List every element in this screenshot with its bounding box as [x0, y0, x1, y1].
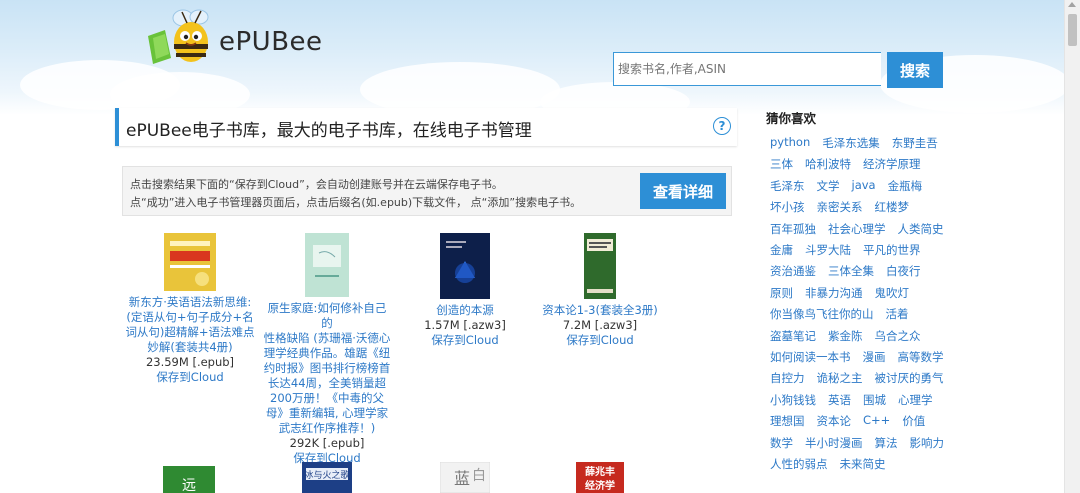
recommend-tag[interactable]: 鬼吹灯	[875, 285, 910, 301]
book-title-link[interactable]: 原生家庭:如何修补自己的 性格缺陷 (苏珊福·沃德心 理学经典作品。雄踞《纽 约…	[262, 301, 392, 436]
recommend-tag[interactable]: 价值	[902, 413, 925, 429]
recommend-tag[interactable]: 经济学原理	[863, 156, 921, 172]
recommend-tag[interactable]: 如何阅读一本书	[770, 349, 851, 365]
recommend-tag[interactable]: 你当像鸟飞往你的山	[770, 306, 874, 322]
svg-text:远: 远	[182, 478, 196, 493]
book-cover[interactable]	[440, 233, 490, 299]
book-card: 原生家庭:如何修补自己的 性格缺陷 (苏珊福·沃德心 理学经典作品。雄踞《纽 约…	[262, 233, 392, 466]
recommend-tag[interactable]: 文学	[817, 178, 840, 194]
book-size[interactable]: 7.2M [.azw3]	[535, 318, 665, 333]
recommend-tag[interactable]: 人类简史	[898, 221, 944, 237]
svg-text:薛兆丰: 薛兆丰	[585, 465, 615, 478]
search-button[interactable]: 搜索	[887, 52, 943, 88]
recommend-tag[interactable]: 数学	[770, 435, 793, 451]
book-size[interactable]: 292K [.epub]	[262, 436, 392, 451]
book-title-link[interactable]: 创造的本源	[400, 303, 530, 318]
recommend-tag[interactable]: 资本论	[817, 413, 852, 429]
logo-text[interactable]: ePUBee	[219, 27, 323, 57]
recommend-tag[interactable]: C++	[863, 413, 890, 427]
recommend-tag[interactable]: 小狗钱钱	[770, 392, 816, 408]
book-cover[interactable]: 冰与火之歌	[302, 462, 352, 493]
recommend-tag[interactable]: 紫金陈	[828, 328, 863, 344]
book-size[interactable]: 23.59M [.epub]	[125, 355, 255, 370]
book-title-link[interactable]: 资本论1-3(套装全3册)	[535, 303, 665, 318]
recommend-tag[interactable]: 活着	[886, 306, 909, 322]
book-card: 创造的本源 1.57M [.azw3] 保存到Cloud	[400, 233, 530, 348]
recommend-tag[interactable]: 毛泽东选集	[822, 135, 880, 151]
search-input[interactable]	[613, 52, 881, 86]
save-to-cloud-link[interactable]: 保存到Cloud	[125, 370, 255, 385]
recommend-tag[interactable]: 被讨厌的勇气	[875, 370, 944, 386]
recommend-tag[interactable]: 平凡的世界	[863, 242, 921, 258]
recommend-tag[interactable]: java	[852, 178, 876, 192]
scroll-up-arrow-icon[interactable]	[1068, 2, 1076, 7]
recommend-tag[interactable]: 盗墓笔记	[770, 328, 816, 344]
recommend-tag[interactable]: 金瓶梅	[888, 178, 923, 194]
book-size[interactable]: 1.57M [.azw3]	[400, 318, 530, 333]
recommend-tag[interactable]: 英语	[828, 392, 851, 408]
recommend-tag[interactable]: 金庸	[770, 242, 793, 258]
recommend-tag[interactable]: 斗罗大陆	[805, 242, 851, 258]
scroll-thumb[interactable]	[1068, 14, 1077, 46]
recommend-tag[interactable]: 原则	[770, 285, 793, 301]
help-icon[interactable]: ?	[713, 117, 731, 135]
recommend-tag[interactable]: 东野圭吾	[892, 135, 938, 151]
svg-text:冰与火之歌: 冰与火之歌	[304, 469, 349, 481]
book-card: 新东方·英语语法新思维: (定语从句+句子成分+名 词从句)超精解+语法难点 妙…	[125, 233, 255, 385]
recommend-tag[interactable]: 漫画	[863, 349, 886, 365]
recommend-tag[interactable]: 理想国	[770, 413, 805, 429]
book-cover[interactable]: 蓝 白	[440, 462, 490, 493]
recommend-tag[interactable]: 高等数学	[898, 349, 944, 365]
recommend-tag[interactable]: 三体	[770, 156, 793, 172]
recommend-tag[interactable]: 非暴力沟通	[805, 285, 863, 301]
book-cover[interactable]: 远	[163, 462, 215, 493]
book-cover[interactable]	[584, 233, 616, 299]
recommend-tag[interactable]: 亲密关系	[817, 199, 863, 215]
scrollbar[interactable]	[1064, 0, 1080, 493]
book-cover[interactable]	[164, 233, 216, 291]
info-text-line: 点“成功”进入电子书管理器页面后，点击后缀名(如.epub)下载文件， 点“添加…	[130, 196, 582, 209]
book-cover[interactable]: 薛兆丰 经济学	[576, 462, 624, 493]
recommend-tag[interactable]: 红楼梦	[875, 199, 910, 215]
recommend-tag[interactable]: 资治通鉴	[770, 263, 816, 279]
bee-icon	[148, 9, 209, 64]
recommend-tag[interactable]: 半小时漫画	[805, 435, 863, 451]
cloud-info-box: 点击搜索结果下面的“保存到Cloud”，会自动创建账号并在云端保存电子书。 点“…	[122, 166, 732, 216]
book-title-link[interactable]: 新东方·英语语法新思维: (定语从句+句子成分+名 词从句)超精解+语法难点 妙…	[125, 295, 255, 355]
recommend-tag[interactable]: 白夜行	[886, 263, 921, 279]
view-details-button[interactable]: 查看详细	[640, 173, 726, 209]
recommend-tag[interactable]: 围城	[863, 392, 886, 408]
recommend-tag[interactable]: 百年孤独	[770, 221, 816, 237]
svg-text:经济学: 经济学	[585, 479, 615, 492]
recommend-tag[interactable]: python	[770, 135, 810, 149]
svg-text:白: 白	[472, 468, 486, 484]
svg-text:蓝: 蓝	[454, 469, 470, 488]
recommend-tag[interactable]: 自控力	[770, 370, 805, 386]
info-text-line: 点击搜索结果下面的“保存到Cloud”，会自动创建账号并在云端保存电子书。	[130, 178, 503, 191]
recommend-tag[interactable]: 诡秘之主	[817, 370, 863, 386]
book-cover[interactable]	[305, 233, 349, 297]
recommend-tag[interactable]: 社会心理学	[828, 221, 886, 237]
recommend-tag[interactable]: 乌合之众	[875, 328, 921, 344]
recommend-tag[interactable]: 三体全集	[828, 263, 874, 279]
page-headline-bar: ePUBee电子书库，最大的电子书库，在线电子书管理 ?	[115, 108, 737, 146]
recommend-tag[interactable]: 未来简史	[840, 456, 886, 472]
recommend-tag[interactable]: 坏小孩	[770, 199, 805, 215]
recommend-tag[interactable]: 算法	[875, 435, 898, 451]
save-to-cloud-link[interactable]: 保存到Cloud	[400, 333, 530, 348]
sidebar-title: 猜你喜欢	[766, 111, 817, 126]
recommend-tag[interactable]: 人性的弱点	[770, 456, 828, 472]
save-to-cloud-link[interactable]: 保存到Cloud	[535, 333, 665, 348]
page-title: ePUBee电子书库，最大的电子书库，在线电子书管理	[126, 121, 532, 141]
recommend-tag[interactable]: 毛泽东	[770, 178, 805, 194]
recommend-tag[interactable]: 影响力	[910, 435, 945, 451]
recommend-tag[interactable]: 哈利波特	[805, 156, 851, 172]
book-card: 资本论1-3(套装全3册) 7.2M [.azw3] 保存到Cloud	[535, 233, 665, 348]
recommend-tag[interactable]: 心理学	[898, 392, 933, 408]
